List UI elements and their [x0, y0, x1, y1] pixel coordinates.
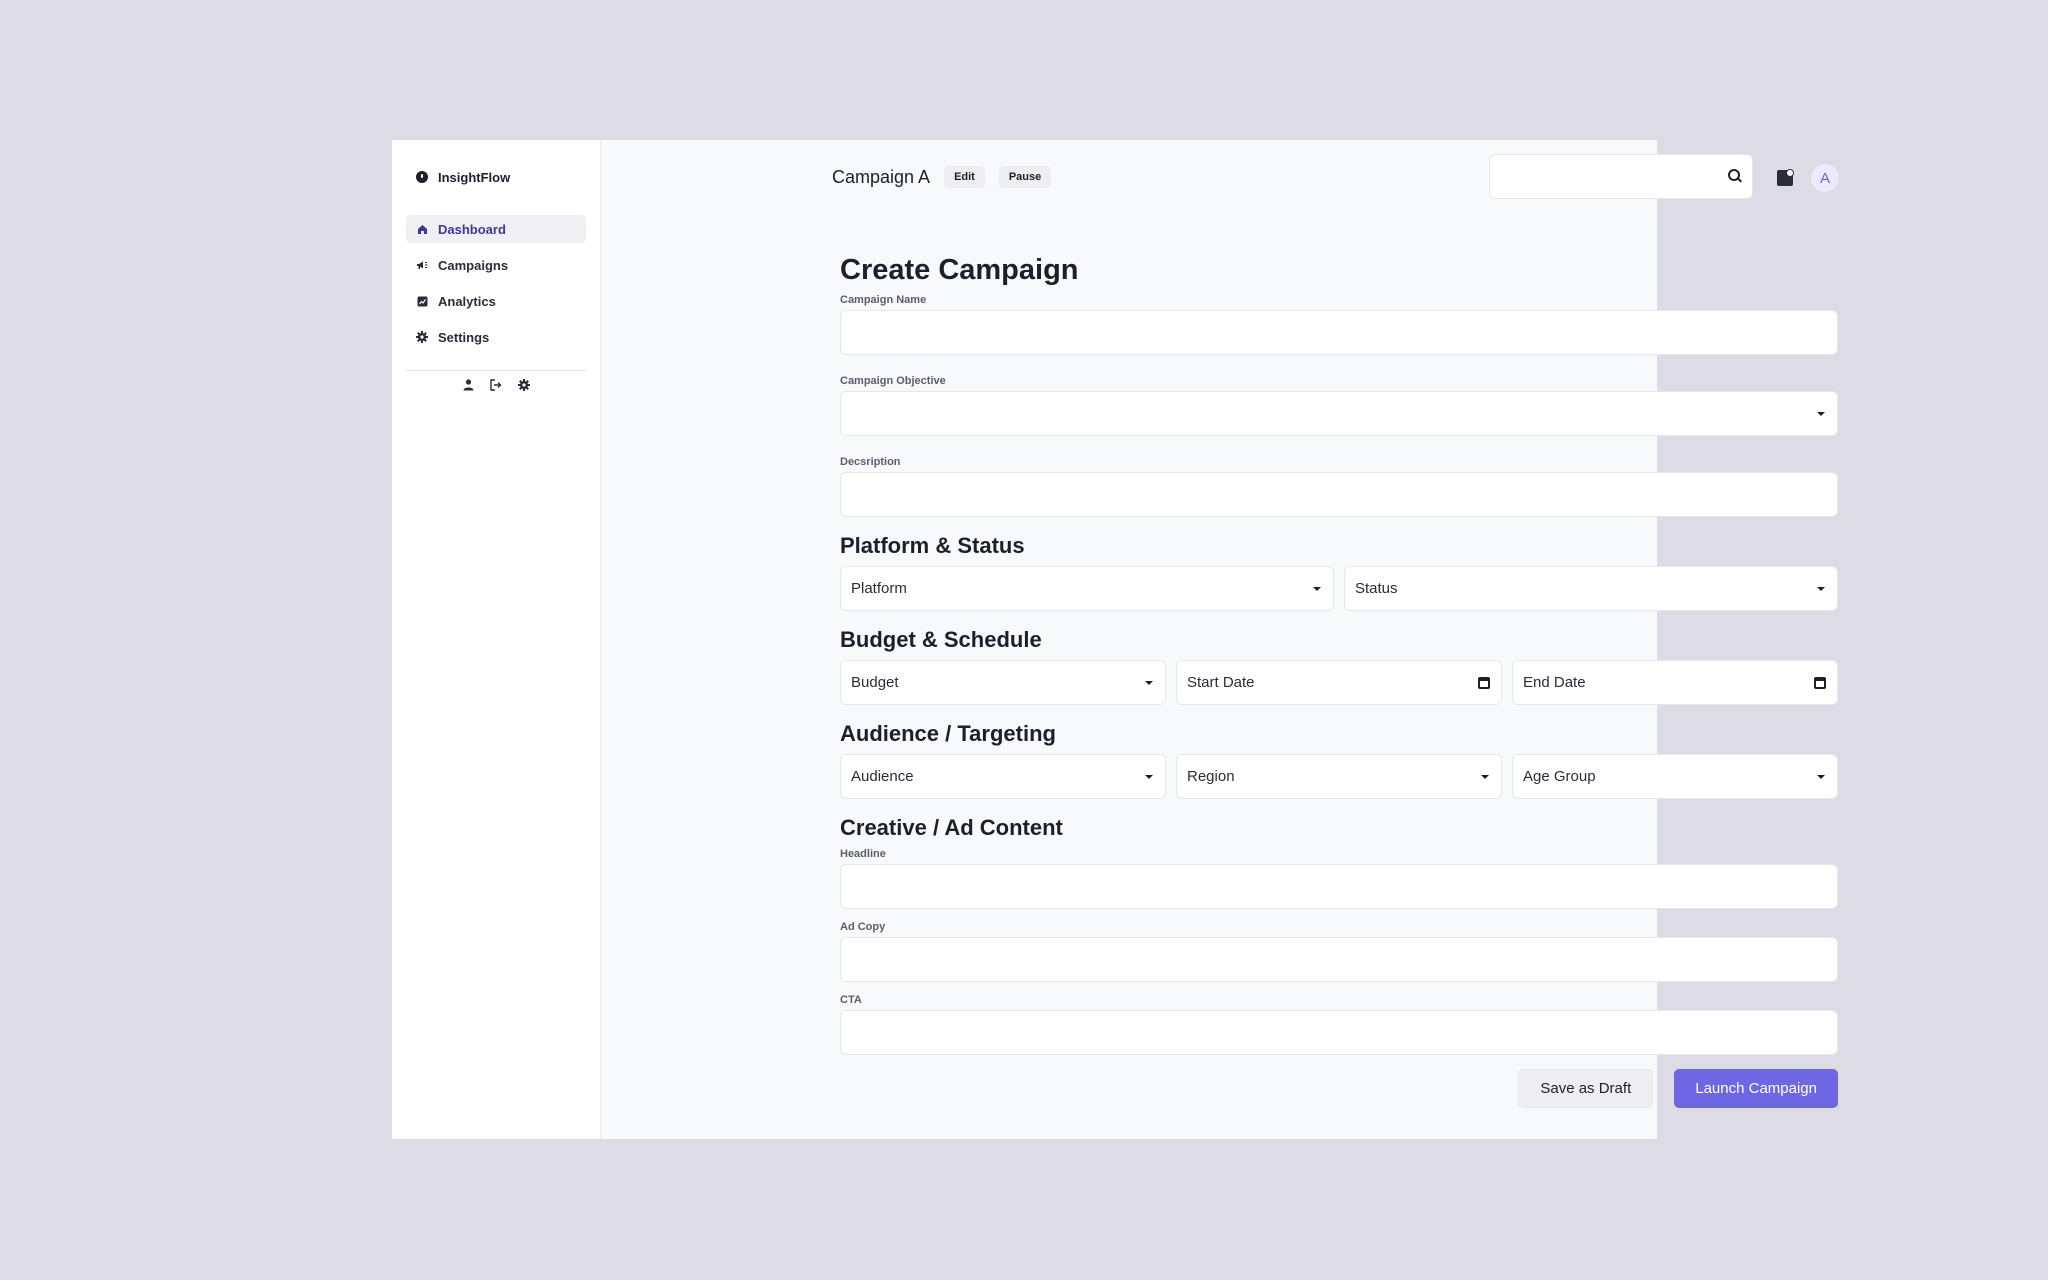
audience-select-label: Audience — [851, 768, 914, 785]
campaign-name-input[interactable] — [840, 310, 1838, 355]
calendar-icon[interactable] — [1814, 677, 1826, 689]
region-select-label: Region — [1187, 768, 1235, 785]
page-header: Campaign A Edit Pause — [832, 166, 1052, 188]
pause-button[interactable]: Pause — [998, 166, 1052, 188]
region-select[interactable]: Region — [1176, 754, 1502, 799]
sidebar-item-label: Campaigns — [438, 257, 509, 273]
campaign-name-label: Campaign Name — [840, 294, 927, 306]
description-label: Decsription — [840, 456, 901, 468]
sidebar-item-analytics[interactable]: Analytics — [406, 287, 586, 315]
launch-campaign-button[interactable]: Launch Campaign — [1674, 1069, 1838, 1108]
ad-copy-input[interactable] — [840, 937, 1838, 982]
sidebar-footer-icons — [406, 379, 586, 391]
audience-targeting-row: Audience Region Age Group — [840, 754, 1838, 799]
campaign-objective-select[interactable] — [840, 391, 1838, 436]
home-icon — [416, 223, 428, 235]
budget-schedule-heading: Budget & Schedule — [840, 627, 1042, 652]
gear-icon[interactable] — [518, 379, 530, 391]
description-input[interactable] — [840, 472, 1838, 517]
platform-select[interactable]: Platform — [840, 566, 1334, 611]
headline-label: Headline — [840, 848, 886, 860]
create-campaign-form: Create Campaign Campaign Name Campaign O… — [840, 254, 1838, 1108]
creative-content-heading: Creative / Ad Content — [840, 815, 1063, 840]
budget-select-label: Budget — [851, 674, 899, 691]
form-title: Create Campaign — [840, 254, 1079, 286]
budget-schedule-row: Budget Start Date End Date — [840, 660, 1838, 705]
platform-status-heading: Platform & Status — [840, 533, 1025, 558]
platform-select-label: Platform — [851, 580, 907, 597]
sidebar-item-campaigns[interactable]: Campaigns — [406, 251, 586, 279]
budget-select[interactable]: Budget — [840, 660, 1166, 705]
age-group-select[interactable]: Age Group — [1512, 754, 1838, 799]
app-window: InsightFlow Dashboard Campaigns Analytic… — [392, 140, 1839, 1139]
end-date-field[interactable]: End Date — [1512, 660, 1838, 705]
status-select[interactable]: Status — [1344, 566, 1838, 611]
age-group-select-label: Age Group — [1523, 768, 1596, 785]
sidebar-item-label: Analytics — [438, 293, 496, 309]
chart-icon — [416, 295, 428, 307]
ad-copy-label: Ad Copy — [840, 921, 886, 933]
top-bar: Campaign A Edit Pause A — [601, 140, 1839, 210]
start-date-field[interactable]: Start Date — [1176, 660, 1502, 705]
form-actions: Save as Draft Launch Campaign — [1518, 1069, 1838, 1108]
search-icon[interactable] — [1728, 169, 1742, 183]
audience-select[interactable]: Audience — [840, 754, 1166, 799]
platform-status-row: Platform Status — [840, 566, 1838, 611]
chevron-down-icon — [1817, 412, 1825, 416]
logout-icon[interactable] — [490, 379, 502, 391]
main-content: Campaign A Edit Pause A Create Campaign … — [601, 140, 1839, 1139]
gear-icon — [416, 331, 428, 343]
brand-logo-icon — [416, 171, 428, 183]
cta-input[interactable] — [840, 1010, 1838, 1055]
chevron-down-icon — [1817, 775, 1825, 779]
sidebar-nav: Dashboard Campaigns Analytics Settings — [406, 215, 586, 351]
megaphone-icon — [416, 259, 428, 271]
sidebar: InsightFlow Dashboard Campaigns Analytic… — [392, 140, 601, 1139]
start-date-label: Start Date — [1187, 674, 1255, 691]
chevron-down-icon — [1145, 775, 1153, 779]
headline-input[interactable] — [840, 864, 1838, 909]
brand-name: InsightFlow — [438, 169, 511, 185]
sidebar-item-label: Dashboard — [438, 221, 506, 237]
cta-label: CTA — [840, 994, 862, 1006]
sidebar-item-label: Settings — [438, 329, 490, 345]
chevron-down-icon — [1481, 775, 1489, 779]
edit-button[interactable]: Edit — [944, 166, 985, 188]
end-date-label: End Date — [1523, 674, 1586, 691]
user-icon[interactable] — [462, 379, 474, 391]
chevron-down-icon — [1313, 587, 1321, 591]
search-input[interactable] — [1490, 155, 1700, 198]
page-title: Campaign A — [832, 166, 931, 187]
status-select-label: Status — [1355, 580, 1398, 597]
save-draft-button[interactable]: Save as Draft — [1518, 1069, 1654, 1108]
notification-icon[interactable] — [1777, 169, 1794, 186]
avatar[interactable]: A — [1811, 164, 1839, 192]
sidebar-divider — [406, 370, 586, 371]
sidebar-item-dashboard[interactable]: Dashboard — [406, 215, 586, 243]
calendar-icon[interactable] — [1478, 677, 1490, 689]
search-box — [1489, 154, 1753, 199]
sidebar-item-settings[interactable]: Settings — [406, 323, 586, 351]
chevron-down-icon — [1817, 587, 1825, 591]
campaign-objective-label: Campaign Objective — [840, 375, 946, 387]
chevron-down-icon — [1145, 681, 1153, 685]
audience-targeting-heading: Audience / Targeting — [840, 721, 1056, 746]
